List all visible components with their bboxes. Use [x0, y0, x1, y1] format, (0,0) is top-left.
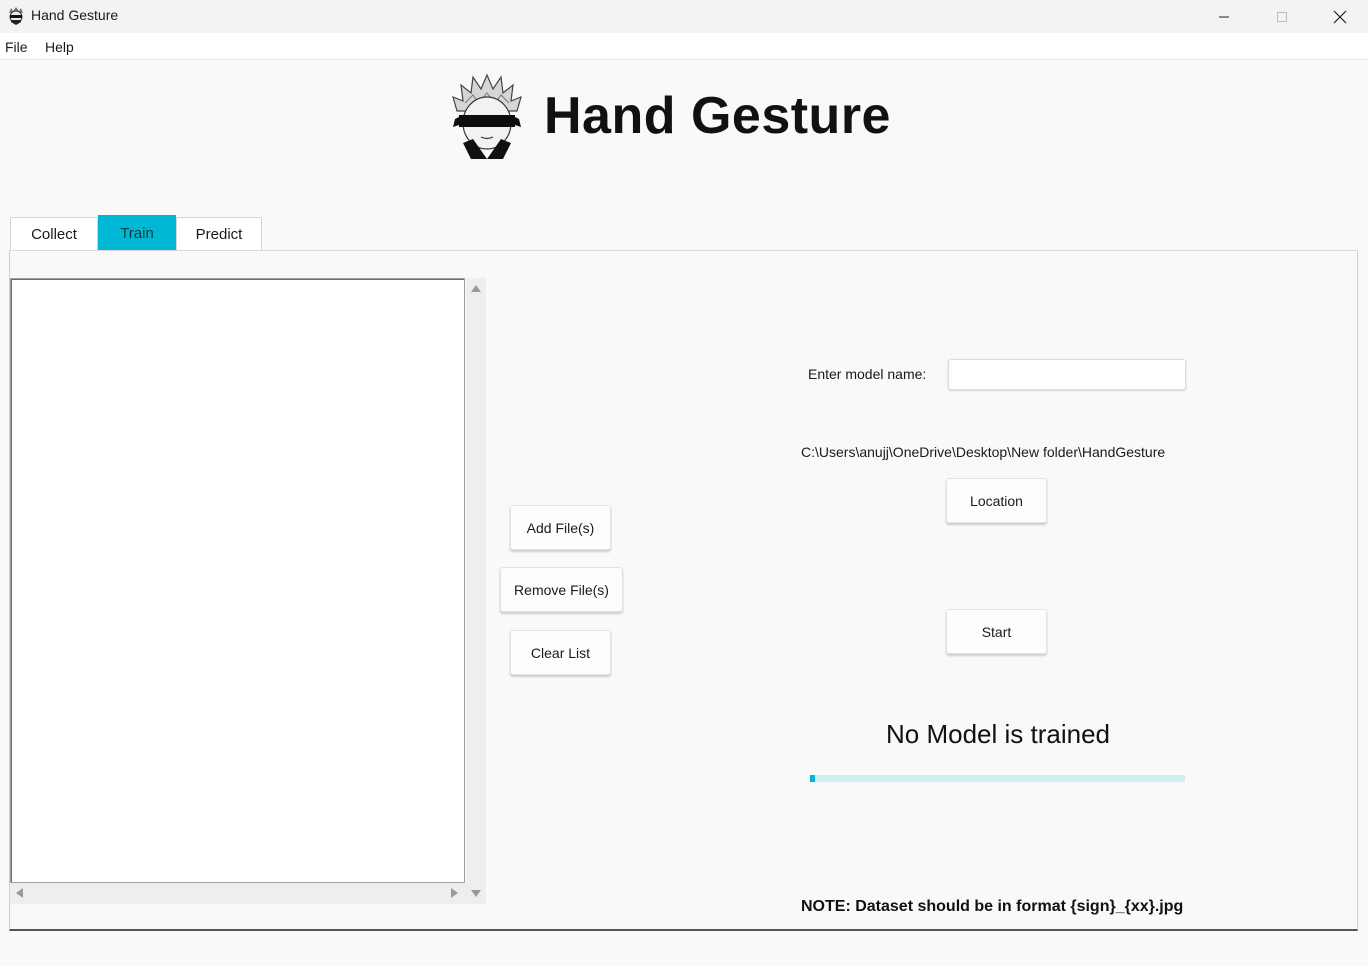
add-files-button[interactable]: Add File(s)	[510, 505, 611, 550]
tab-collect[interactable]: Collect	[10, 217, 98, 250]
close-icon	[1333, 10, 1347, 23]
save-path-text: C:\Users\anujj\OneDrive\Desktop\New fold…	[801, 444, 1166, 460]
window-title: Hand Gesture	[31, 7, 119, 23]
scroll-down-icon[interactable]	[471, 890, 481, 898]
close-button[interactable]	[1311, 0, 1368, 33]
dataset-format-note: NOTE: Dataset should be in format {sign}…	[801, 898, 1184, 915]
tab-predict[interactable]: Predict	[176, 217, 262, 250]
app-heading: Hand Gesture	[544, 87, 891, 145]
menu-help[interactable]: Help	[45, 39, 74, 55]
scroll-left-icon[interactable]	[15, 888, 23, 898]
scroll-right-icon[interactable]	[451, 888, 459, 898]
scroll-up-icon[interactable]	[471, 284, 481, 292]
title-bar: Hand Gesture	[0, 0, 1368, 33]
model-name-input[interactable]	[948, 359, 1186, 390]
maximize-icon	[1277, 11, 1287, 22]
menu-bar: File Help	[0, 33, 1368, 60]
vertical-scrollbar[interactable]	[466, 278, 486, 904]
maximize-button[interactable]	[1253, 0, 1311, 33]
minimize-button[interactable]	[1195, 0, 1253, 33]
clear-list-button[interactable]: Clear List	[510, 630, 611, 675]
minimize-icon	[1219, 16, 1229, 17]
start-button[interactable]: Start	[946, 609, 1047, 654]
anime-character-logo	[452, 73, 522, 159]
training-progress-fill	[810, 775, 815, 782]
tab-train[interactable]: Train	[98, 215, 176, 251]
file-list[interactable]	[10, 278, 465, 883]
training-progress-bar	[810, 775, 1185, 782]
horizontal-scrollbar[interactable]	[10, 883, 466, 904]
app-logo-icon	[9, 7, 23, 25]
training-status: No Model is trained	[886, 719, 1110, 749]
model-name-label: Enter model name:	[808, 366, 927, 382]
location-button[interactable]: Location	[946, 478, 1047, 523]
remove-files-button[interactable]: Remove File(s)	[500, 567, 623, 612]
menu-file[interactable]: File	[5, 39, 28, 55]
